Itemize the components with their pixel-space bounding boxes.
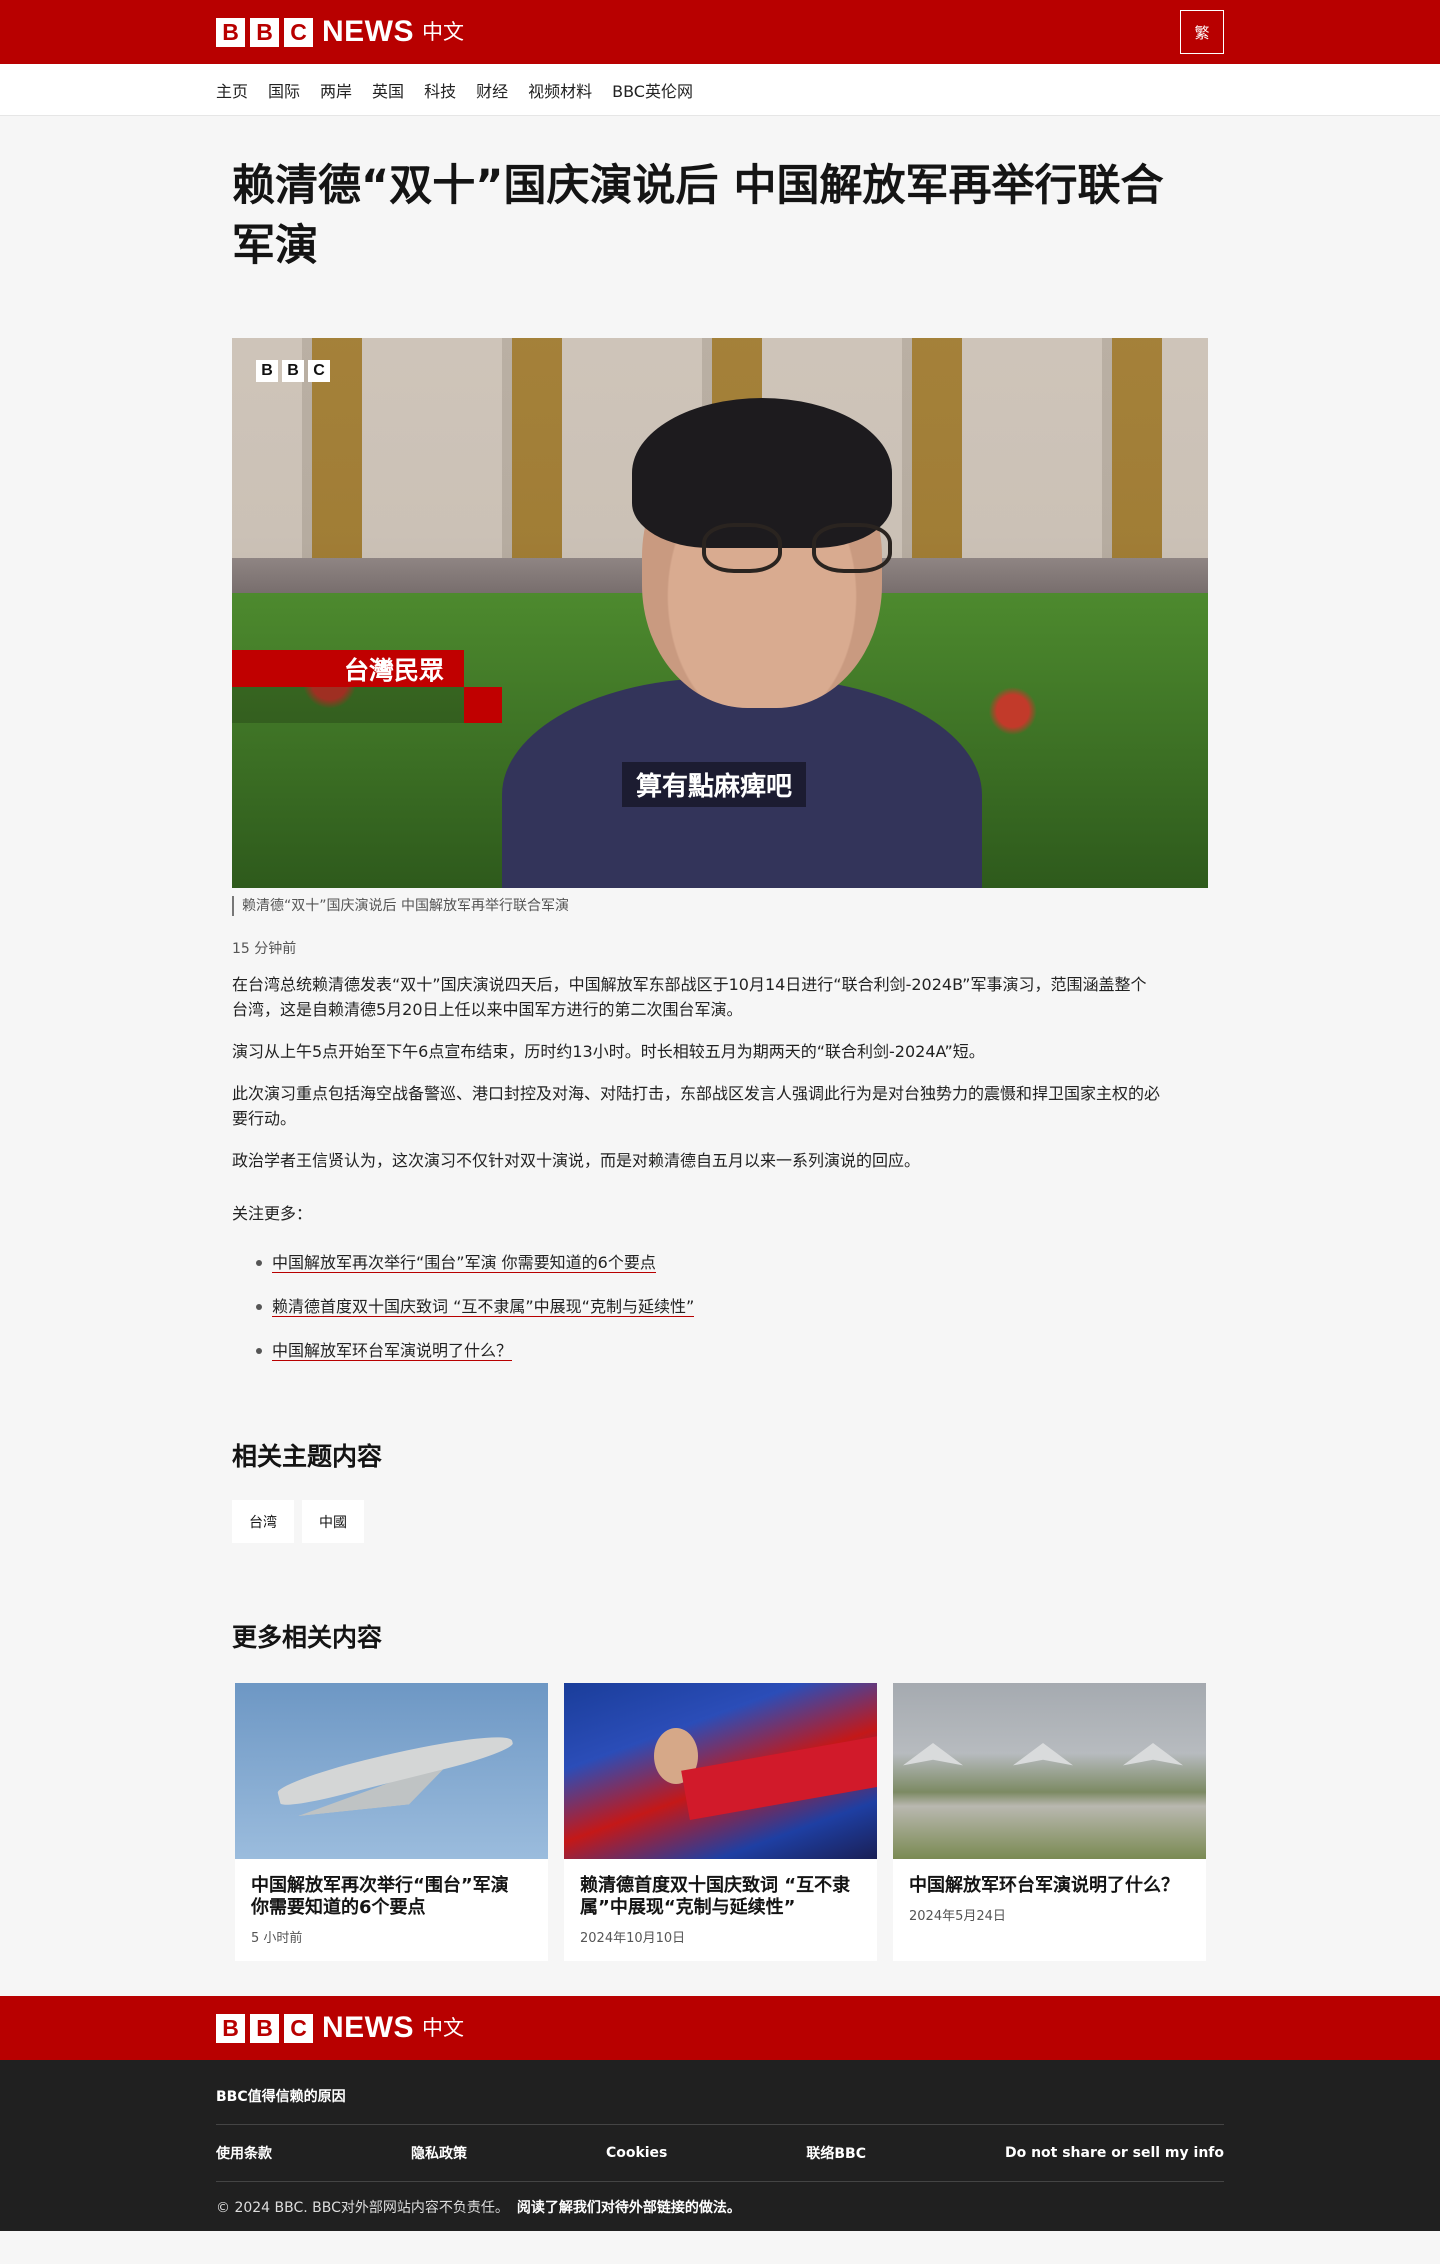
article-paragraph: 政治学者王信贤认为，这次演习不仅针对双十演说，而是对赖清德自五月以来一系列演说的… xyxy=(232,1151,921,1170)
article-paragraph: 在台湾总统赖清德发表“双十”国庆演说四天后，中国解放军东部战区于10月14日进行… xyxy=(232,975,1147,1019)
hero-lower-third-block xyxy=(464,687,502,723)
hero-video[interactable]: B B C 台灣民眾 算有點麻痺吧 xyxy=(232,338,1208,888)
footer-copyright: © 2024 BBC. BBC对外部网站内容不负责任。 阅读了解我们对待外部链接… xyxy=(216,2182,1224,2231)
footer-link-cookies[interactable]: Cookies xyxy=(606,2145,667,2161)
card-body: 赖清德首度双十国庆致词 “互不隶属”中展现“克制与延续性” 2024年10月10… xyxy=(564,1859,877,1961)
footer-link-contact[interactable]: 联络BBC xyxy=(806,2143,866,2163)
bbc-block-b2: B xyxy=(250,17,279,47)
topic-tags: 台湾 中國 xyxy=(232,1500,1208,1543)
main-nav: 主页 国际 两岸 英国 科技 财经 视频材料 BBC英伦网 xyxy=(0,64,1440,116)
related-card[interactable]: 赖清德首度双十国庆致词 “互不隶属”中展现“克制与延续性” 2024年10月10… xyxy=(564,1683,877,1961)
card-body: 中国解放军环台军演说明了什么？ 2024年5月24日 xyxy=(893,1859,1206,1939)
footer-logo-news-text: NEWS xyxy=(322,2011,414,2044)
article-paragraph: 此次演习重点包括海空战备警巡、港口封控及对海、对陆打击，东部战区发言人强调此行为… xyxy=(232,1084,1161,1128)
rally-crowd-image xyxy=(564,1683,877,1859)
nav-item-uk[interactable]: 英国 xyxy=(372,78,404,102)
related-link-item: 赖清德首度双十国庆致词 “互不隶属”中展现“克制与延续性” xyxy=(232,1294,1162,1319)
hero-caption: 赖清德“双十”国庆演说后 中国解放军再举行联合军演 xyxy=(232,896,1208,916)
related-cards: 中国解放军再次举行“围台”军演 你需要知道的6个要点 5 小时前 赖清德首度双十… xyxy=(232,1683,1208,1961)
footer-bbc-news-logo[interactable]: B B C NEWS 中文 xyxy=(216,2013,464,2043)
card-date: 2024年5月24日 xyxy=(909,1909,1006,1924)
airfield-jet xyxy=(903,1743,963,1766)
footer-bbc-block-b2: B xyxy=(250,2013,279,2043)
external-links-policy-link[interactable]: 阅读了解我们对待外部链接的做法。 xyxy=(517,2197,741,2217)
footer-brand-bar: B B C NEWS 中文 xyxy=(0,1996,1440,2060)
footer-link-do-not-sell[interactable]: Do not share or sell my info xyxy=(1005,2145,1224,2161)
article-timestamp: 15 分钟前 xyxy=(232,941,297,957)
hero-logo-b1: B xyxy=(256,360,278,382)
card-title: 中国解放军环台军演说明了什么？ xyxy=(909,1875,1179,1896)
related-link-item: 中国解放军再次举行“围台”军演 你需要知道的6个要点 xyxy=(232,1250,1162,1275)
footer-link-privacy[interactable]: 隐私政策 xyxy=(411,2143,467,2163)
related-link[interactable]: 中国解放军再次举行“围台”军演 你需要知道的6个要点 xyxy=(272,1253,656,1273)
hero-bbc-watermark: B B C xyxy=(256,360,330,382)
rally-banner xyxy=(681,1736,877,1820)
bbc-news-logo[interactable]: B B C NEWS 中文 xyxy=(216,17,464,47)
top-header-inner: B B C NEWS 中文 繁 xyxy=(216,0,1224,64)
related-card[interactable]: 中国解放军环台军演说明了什么？ 2024年5月24日 xyxy=(893,1683,1206,1961)
related-topics-section: 相关主题内容 台湾 中國 xyxy=(232,1437,1208,1543)
related-link-item: 中国解放军环台军演说明了什么？ xyxy=(232,1338,1162,1363)
main-nav-inner: 主页 国际 两岸 英国 科技 财经 视频材料 BBC英伦网 xyxy=(216,64,1224,116)
traditional-chinese-switch-button[interactable]: 繁 xyxy=(1180,10,1224,54)
nav-item-video[interactable]: 视频材料 xyxy=(528,78,592,102)
more-related-section: 更多相关内容 中国解放军再次举行“围台”军演 你需要知道的6个要点 5 小时前 xyxy=(232,1618,1208,1961)
footer-link-terms[interactable]: 使用条款 xyxy=(216,2143,272,2163)
related-link[interactable]: 中国解放军环台军演说明了什么？ xyxy=(272,1341,513,1361)
bbc-blocks: B B C xyxy=(216,17,313,47)
footer-bbc-blocks: B B C xyxy=(216,2013,313,2043)
logo-news-text: NEWS xyxy=(322,15,414,48)
footer-bbc-block-b1: B xyxy=(216,2013,245,2043)
nav-item-business[interactable]: 财经 xyxy=(476,78,508,102)
topic-tag-taiwan[interactable]: 台湾 xyxy=(232,1500,294,1543)
bbc-block-c: C xyxy=(284,17,313,47)
related-topics-title: 相关主题内容 xyxy=(232,1442,383,1471)
footer-trust-link[interactable]: BBC值得信赖的原因 xyxy=(216,2060,1224,2125)
airfield-jet xyxy=(1123,1743,1183,1766)
site-footer: BBC值得信赖的原因 使用条款 隐私政策 Cookies 联络BBC Do no… xyxy=(0,2060,1440,2231)
footer-bbc-block-c: C xyxy=(284,2013,313,2043)
related-links-list: 中国解放军再次举行“围台”军演 你需要知道的6个要点 赖清德首度双十国庆致词 “… xyxy=(232,1250,1162,1363)
footer-logo-lang-text: 中文 xyxy=(422,2015,464,2040)
hero-subtitle: 算有點麻痺吧 xyxy=(622,762,807,807)
hero-lower-third-tag: 台灣民眾 xyxy=(232,650,464,687)
logo-lang-text: 中文 xyxy=(422,19,464,44)
airfield-jet xyxy=(1013,1743,1073,1766)
nav-item-cross-strait[interactable]: 两岸 xyxy=(320,78,352,102)
nav-item-world[interactable]: 国际 xyxy=(268,78,300,102)
copyright-text: © 2024 BBC. BBC对外部网站内容不负责任。 xyxy=(216,2199,509,2216)
nav-item-bbc-uk-china[interactable]: BBC英伦网 xyxy=(612,78,693,102)
top-header: B B C NEWS 中文 繁 xyxy=(0,0,1440,64)
site-footer-inner: BBC值得信赖的原因 使用条款 隐私政策 Cookies 联络BBC Do no… xyxy=(216,2060,1224,2231)
see-more-label: 关注更多： xyxy=(232,1204,313,1223)
article-headline: 赖清德“双十”国庆演说后 中国解放军再举行联合军演 xyxy=(232,161,1164,271)
fighter-jet-image xyxy=(235,1683,548,1859)
card-body: 中国解放军再次举行“围台”军演 你需要知道的6个要点 5 小时前 xyxy=(235,1859,548,1961)
hero-logo-c: C xyxy=(308,360,330,382)
topic-tag-china[interactable]: 中國 xyxy=(302,1500,364,1543)
card-date: 2024年10月10日 xyxy=(580,1931,686,1946)
related-link[interactable]: 赖清德首度双十国庆致词 “互不隶属”中展现“克制与延续性” xyxy=(272,1297,695,1317)
hero-lower-third-strip xyxy=(232,687,464,723)
card-date: 5 小时前 xyxy=(251,1931,303,1946)
nav-item-tech[interactable]: 科技 xyxy=(424,78,456,102)
bbc-block-b1: B xyxy=(216,17,245,47)
footer-links: 使用条款 隐私政策 Cookies 联络BBC Do not share or … xyxy=(216,2125,1224,2182)
article-content: 赖清德“双十”国庆演说后 中国解放军再举行联合军演 B B C 台灣民眾 算有點… xyxy=(232,116,1208,1961)
airfield-jets-image xyxy=(893,1683,1206,1859)
card-title: 中国解放军再次举行“围台”军演 你需要知道的6个要点 xyxy=(251,1875,509,1918)
hero-logo-b2: B xyxy=(282,360,304,382)
footer-brand-bar-inner: B B C NEWS 中文 xyxy=(216,1996,1224,2060)
article-body: 在台湾总统赖清德发表“双十”国庆演说四天后，中国解放军东部战区于10月14日进行… xyxy=(232,972,1162,1363)
more-related-title: 更多相关内容 xyxy=(232,1623,383,1652)
article-paragraph: 演习从上午5点开始至下午6点宣布结束，历时约13小时。时长相较五月为期两天的“联… xyxy=(232,1042,985,1061)
card-title: 赖清德首度双十国庆致词 “互不隶属”中展现“克制与延续性” xyxy=(580,1875,851,1918)
hero-glasses xyxy=(702,523,902,573)
nav-item-home[interactable]: 主页 xyxy=(216,78,248,102)
related-card[interactable]: 中国解放军再次举行“围台”军演 你需要知道的6个要点 5 小时前 xyxy=(235,1683,548,1961)
